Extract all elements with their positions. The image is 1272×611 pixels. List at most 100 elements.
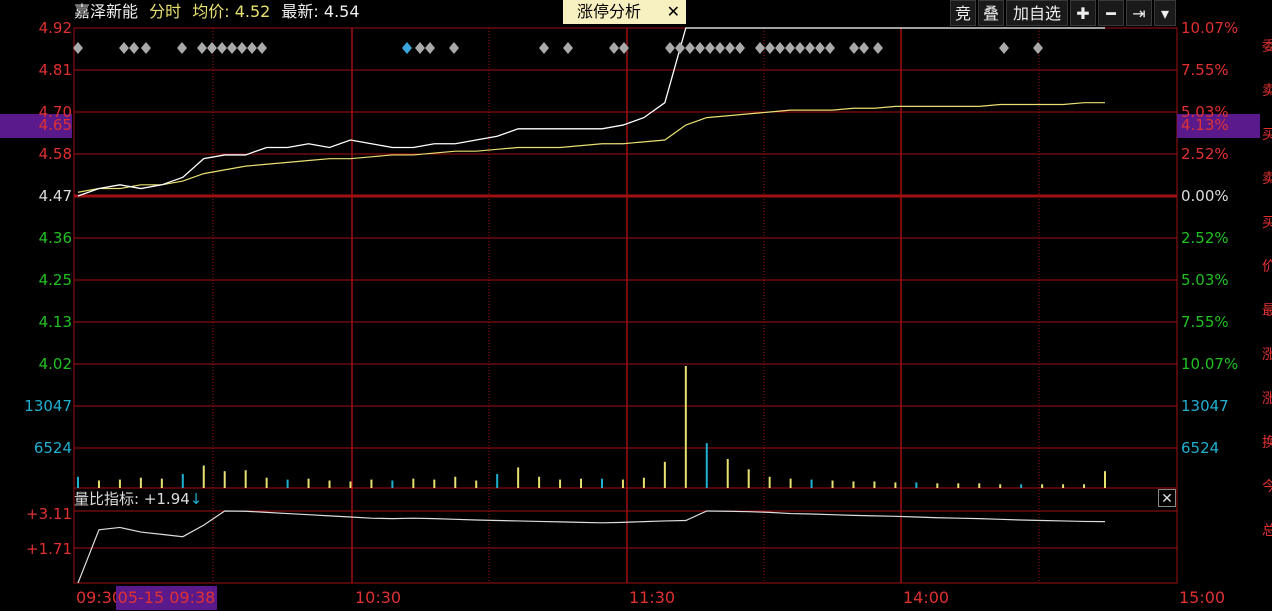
time-label-1130: 11:30: [629, 588, 676, 607]
indicator-title: 量比指标: +1.94↓: [74, 490, 202, 508]
volume-bar: [852, 481, 855, 488]
volume-bar: [831, 480, 834, 488]
volume-axis-label-right: 6524: [1181, 439, 1220, 457]
volume-bar: [999, 484, 1002, 488]
event-diamond-icon: [449, 42, 459, 54]
tab-close-icon[interactable]: ✕: [667, 0, 680, 24]
volume-bar: [328, 480, 331, 488]
price-axis-label: 4.81: [38, 61, 72, 79]
volume-bar: [768, 476, 771, 488]
event-diamond-icon: [805, 42, 815, 54]
pct-axis-label: 0.00%: [1181, 187, 1229, 205]
event-diamond-icon: [177, 42, 187, 54]
side-panel-char: 买: [1262, 127, 1272, 143]
volume-bar: [705, 443, 708, 488]
volume-bar: [621, 479, 624, 488]
event-diamond-icon: [675, 42, 685, 54]
volume-bar: [538, 476, 541, 488]
volume-bar: [915, 482, 918, 488]
event-diamond-icon: [825, 42, 835, 54]
side-panel-char: 最: [1262, 303, 1272, 319]
volume-bar: [600, 478, 603, 488]
down-arrow-icon: ↓: [189, 490, 203, 508]
volume-bar: [936, 483, 939, 488]
plus-icon[interactable]: ✚: [1070, 0, 1096, 26]
price-axis-label: 4.25: [38, 271, 72, 289]
event-diamond-icon: [695, 42, 705, 54]
time-label-1500: 15:00: [1179, 588, 1226, 607]
event-diamond-icon: [141, 42, 151, 54]
side-panel-char: 总: [1262, 523, 1272, 539]
volume-axis-label-left: 13047: [24, 397, 72, 415]
tab-label: 涨停分析: [577, 2, 642, 21]
event-diamond-icon: [237, 42, 247, 54]
pct-axis-label: 2.52%: [1181, 229, 1229, 247]
indicator-close-icon[interactable]: ✕: [1158, 489, 1176, 507]
indicator-axis-label: +3.11: [26, 505, 72, 523]
volume-ratio-line: [77, 510, 1106, 584]
volume-bar: [1062, 484, 1065, 488]
chevron-down-icon[interactable]: ▾: [1154, 0, 1176, 26]
volume-bar: [789, 478, 792, 488]
volume-bar: [139, 477, 142, 488]
volume-bar: [496, 473, 499, 488]
add-watchlist-button[interactable]: 加自选: [1006, 0, 1068, 26]
event-diamond-icon: [129, 42, 139, 54]
side-panel-char: 委: [1262, 39, 1272, 55]
volume-bar: [370, 479, 373, 488]
current-pct-right: 4.13%: [1181, 116, 1229, 134]
side-panel-char: 价: [1262, 259, 1272, 275]
event-diamond-icon: [705, 42, 715, 54]
minus-icon[interactable]: ━: [1098, 0, 1124, 26]
chart-frame: [73, 27, 1178, 584]
event-diamond-icon: [1033, 42, 1043, 54]
pct-axis-label: 5.03%: [1181, 271, 1229, 289]
volume-axis-label-left: 6524: [33, 439, 72, 457]
price-axis-label: 4.36: [38, 229, 72, 247]
indicator-axis-label: +1.71: [26, 540, 72, 558]
volume-bar: [454, 476, 457, 488]
event-diamond-icon: [207, 42, 217, 54]
side-panel-char: 涨: [1262, 347, 1272, 363]
side-panel-char: 换: [1262, 435, 1272, 451]
volume-bar: [349, 481, 352, 488]
volume-bar: [433, 479, 436, 488]
event-diamond-icon: [227, 42, 237, 54]
volume-bar: [559, 479, 562, 488]
price-axis-label: 4.02: [38, 355, 72, 373]
volume-bar: [77, 476, 79, 488]
indicator-title-text: 量比指标: +1.94: [74, 490, 190, 508]
volume-bar: [1104, 471, 1106, 488]
event-diamond-icon: [217, 42, 227, 54]
volume-bar: [726, 459, 729, 488]
volume-axis-label-right: 13047: [1181, 397, 1229, 415]
event-diamond-icon: [197, 42, 207, 54]
volume-bar: [223, 471, 226, 488]
volume-bar: [684, 366, 687, 488]
volume-bar: [412, 478, 415, 488]
bid-button[interactable]: 竞: [950, 0, 976, 26]
jump-end-icon[interactable]: ⇥: [1126, 0, 1152, 26]
event-diamond-icon: [563, 42, 573, 54]
volume-bar: [202, 465, 205, 488]
price-axis-label: 4.13: [38, 313, 72, 331]
intraday-chart[interactable]: [0, 0, 1272, 611]
price-axis-label: 4.92: [38, 19, 72, 37]
pct-axis-label: 10.07%: [1181, 355, 1239, 373]
volume-bar: [642, 477, 645, 488]
mode-label: 分时: [149, 2, 182, 21]
price-axis-label: 4.58: [38, 145, 72, 163]
volume-bar: [265, 477, 268, 488]
time-label-1400: 14:00: [903, 588, 950, 607]
side-panel-char: 卖: [1262, 83, 1272, 99]
volume-bar: [873, 481, 876, 488]
stock-name: 嘉泽新能: [74, 2, 139, 21]
volume-bar: [894, 482, 897, 488]
volume-bar: [307, 478, 310, 488]
volume-bar: [978, 483, 981, 488]
overlay-button[interactable]: 叠: [978, 0, 1004, 26]
volume-bar: [517, 467, 520, 488]
volume-bar: [1083, 484, 1086, 488]
limit-up-analysis-tab[interactable]: 涨停分析 ✕: [563, 0, 686, 24]
latest-price-label: 最新: 4.54: [281, 2, 360, 21]
